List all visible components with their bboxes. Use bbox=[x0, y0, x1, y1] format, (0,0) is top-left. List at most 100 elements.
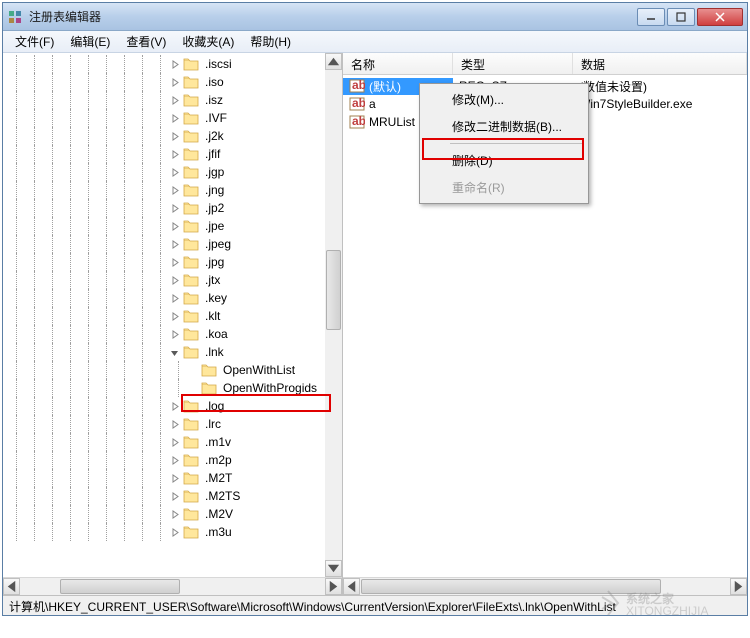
svg-text:ab: ab bbox=[352, 78, 365, 92]
tree-item[interactable]: .jp2 bbox=[7, 199, 342, 217]
string-value-icon: ab bbox=[349, 114, 365, 130]
menu-view[interactable]: 查看(V) bbox=[118, 31, 174, 52]
menu-file[interactable]: 文件(F) bbox=[7, 31, 62, 52]
tree-item[interactable]: OpenWithList bbox=[7, 361, 342, 379]
titlebar[interactable]: 注册表编辑器 bbox=[3, 3, 747, 31]
tree-item[interactable]: .jng bbox=[7, 181, 342, 199]
tree-item[interactable]: .jtx bbox=[7, 271, 342, 289]
value-data: a bbox=[573, 115, 747, 129]
tree-label: .M2V bbox=[203, 506, 235, 522]
value-data: (数值未设置) bbox=[573, 78, 747, 95]
tree-item[interactable]: .jpg bbox=[7, 253, 342, 271]
collapse-icon[interactable] bbox=[169, 347, 180, 358]
tree-item[interactable]: .iso bbox=[7, 73, 342, 91]
menu-edit[interactable]: 编辑(E) bbox=[62, 31, 118, 52]
expand-icon[interactable] bbox=[169, 149, 180, 160]
ctx-delete[interactable]: 删除(D) bbox=[422, 147, 586, 174]
expand-icon[interactable] bbox=[169, 491, 180, 502]
col-data[interactable]: 数据 bbox=[573, 53, 747, 74]
folder-icon bbox=[183, 147, 199, 161]
folder-icon bbox=[183, 507, 199, 521]
menu-favorites[interactable]: 收藏夹(A) bbox=[174, 31, 242, 52]
tree-item[interactable]: .M2T bbox=[7, 469, 342, 487]
expand-icon[interactable] bbox=[169, 167, 180, 178]
expand-icon[interactable] bbox=[169, 59, 180, 70]
menu-help[interactable]: 帮助(H) bbox=[242, 31, 299, 52]
expand-icon[interactable] bbox=[169, 113, 180, 124]
expand-icon[interactable] bbox=[169, 401, 180, 412]
expand-icon[interactable] bbox=[169, 221, 180, 232]
minimize-button[interactable] bbox=[637, 8, 665, 26]
tree-item[interactable]: .j2k bbox=[7, 127, 342, 145]
expand-icon[interactable] bbox=[169, 275, 180, 286]
tree-label: .M2TS bbox=[203, 488, 242, 504]
tree-label: .j2k bbox=[203, 128, 226, 144]
vscroll-thumb[interactable] bbox=[326, 250, 341, 330]
scroll-left-button[interactable] bbox=[343, 578, 360, 595]
expand-icon[interactable] bbox=[169, 239, 180, 250]
expand-icon[interactable] bbox=[169, 293, 180, 304]
expand-icon[interactable] bbox=[187, 383, 198, 394]
col-name[interactable]: 名称 bbox=[343, 53, 453, 74]
folder-icon bbox=[183, 327, 199, 341]
tree-item[interactable]: .key bbox=[7, 289, 342, 307]
expand-icon[interactable] bbox=[169, 527, 180, 538]
expand-icon[interactable] bbox=[169, 455, 180, 466]
ctx-modify-binary[interactable]: 修改二进制数据(B)... bbox=[422, 113, 586, 140]
tree-vscroll[interactable] bbox=[325, 53, 342, 577]
col-type[interactable]: 类型 bbox=[453, 53, 573, 74]
tree-item[interactable]: .m1v bbox=[7, 433, 342, 451]
expand-icon[interactable] bbox=[169, 509, 180, 520]
window-frame: 注册表编辑器 文件(F) 编辑(E) 查看(V) 收藏夹(A) 帮助(H) .i… bbox=[2, 2, 748, 616]
tree-item[interactable]: .m2p bbox=[7, 451, 342, 469]
maximize-button[interactable] bbox=[667, 8, 695, 26]
ctx-modify[interactable]: 修改(M)... bbox=[422, 86, 586, 113]
folder-icon bbox=[183, 165, 199, 179]
highlight-tree bbox=[181, 394, 331, 412]
scroll-right-button[interactable] bbox=[730, 578, 747, 595]
expand-icon[interactable] bbox=[169, 437, 180, 448]
expand-icon[interactable] bbox=[169, 95, 180, 106]
tree-label: OpenWithList bbox=[221, 362, 297, 378]
tree-item[interactable]: .lnk bbox=[7, 343, 342, 361]
folder-icon bbox=[183, 57, 199, 71]
expand-icon[interactable] bbox=[169, 131, 180, 142]
expand-icon[interactable] bbox=[187, 365, 198, 376]
tree-item[interactable]: .jfif bbox=[7, 145, 342, 163]
tree-item[interactable]: .jgp bbox=[7, 163, 342, 181]
tree-item[interactable]: .IVF bbox=[7, 109, 342, 127]
expand-icon[interactable] bbox=[169, 77, 180, 88]
tree-item[interactable]: .lrc bbox=[7, 415, 342, 433]
tree-view[interactable]: .iscsi.iso.isz.IVF.j2k.jfif.jgp.jng.jp2.… bbox=[3, 53, 342, 543]
tree-item[interactable]: .m3u bbox=[7, 523, 342, 541]
tree-item[interactable]: .isz bbox=[7, 91, 342, 109]
window-title: 注册表编辑器 bbox=[29, 8, 637, 25]
tree-item[interactable]: .M2TS bbox=[7, 487, 342, 505]
expand-icon[interactable] bbox=[169, 329, 180, 340]
scroll-up-button[interactable] bbox=[325, 53, 342, 70]
hscroll-thumb[interactable] bbox=[60, 579, 180, 594]
tree-item[interactable]: .jpeg bbox=[7, 235, 342, 253]
tree-item[interactable]: .jpe bbox=[7, 217, 342, 235]
expand-icon[interactable] bbox=[169, 203, 180, 214]
list-header: 名称 类型 数据 bbox=[343, 53, 747, 75]
expand-icon[interactable] bbox=[169, 419, 180, 430]
tree-item[interactable]: .iscsi bbox=[7, 55, 342, 73]
scroll-down-button[interactable] bbox=[325, 560, 342, 577]
folder-icon bbox=[201, 363, 217, 377]
expand-icon[interactable] bbox=[169, 311, 180, 322]
expand-icon[interactable] bbox=[169, 257, 180, 268]
expand-icon[interactable] bbox=[169, 185, 180, 196]
tree-item[interactable]: .klt bbox=[7, 307, 342, 325]
expand-icon[interactable] bbox=[169, 473, 180, 484]
tree-item[interactable]: .koa bbox=[7, 325, 342, 343]
tree-label: .m1v bbox=[203, 434, 233, 450]
scroll-left-button[interactable] bbox=[3, 578, 20, 595]
tree-hscroll[interactable] bbox=[3, 577, 342, 595]
tree-label: .M2T bbox=[203, 470, 234, 486]
list-hscroll[interactable] bbox=[343, 577, 747, 595]
tree-item[interactable]: .M2V bbox=[7, 505, 342, 523]
hscroll-thumb[interactable] bbox=[361, 579, 661, 594]
scroll-right-button[interactable] bbox=[325, 578, 342, 595]
close-button[interactable] bbox=[697, 8, 743, 26]
